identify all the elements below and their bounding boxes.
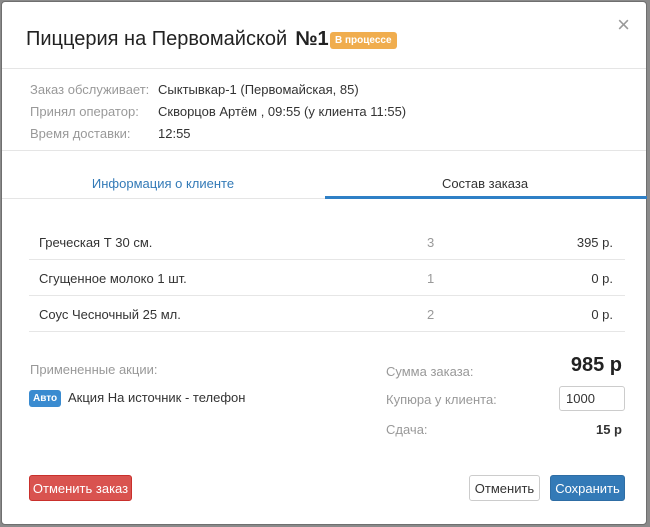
cash-input[interactable] — [559, 386, 625, 411]
info-label: Принял оператор: — [30, 104, 139, 119]
tab-order-contents[interactable]: Состав заказа — [324, 176, 646, 191]
total-label: Сумма заказа: — [386, 364, 474, 379]
order-number: №1 — [295, 28, 329, 50]
order-items-list: Греческая Т 30 см. 3 395 р. Сгущенное мо… — [29, 224, 625, 332]
status-badge: В процессе — [330, 32, 397, 49]
close-icon[interactable]: × — [617, 14, 630, 36]
info-divider — [2, 150, 646, 151]
item-qty: 1 — [427, 271, 435, 286]
item-price: 395 р. — [576, 235, 613, 250]
save-button[interactable]: Сохранить — [550, 475, 625, 501]
cancel-order-button[interactable]: Отменить заказ — [29, 475, 132, 501]
promotions-label: Примененные акции: — [30, 362, 158, 377]
info-label: Заказ обслуживает: — [30, 82, 150, 97]
item-name: Греческая Т 30 см. — [39, 235, 153, 250]
total-value: 985 р — [570, 354, 622, 376]
item-name: Сгущенное молоко 1 шт. — [39, 271, 187, 286]
item-name: Соус Чесночный 25 мл. — [39, 307, 181, 322]
auto-badge: Авто — [29, 390, 62, 407]
restaurant-name: Пиццерия на Первомайской — [26, 28, 288, 50]
active-tab-indicator — [325, 196, 647, 199]
list-item: Греческая Т 30 см. 3 395 р. — [29, 224, 625, 260]
cancel-button[interactable]: Отменить — [469, 475, 540, 501]
info-value: Сыктывкар-1 (Первомайская, 85) — [158, 82, 359, 97]
info-value: Скворцов Артём , 09:55 (у клиента 11:55) — [158, 104, 407, 119]
list-item: Сгущенное молоко 1 шт. 1 0 р. — [29, 260, 625, 296]
info-label: Время доставки: — [30, 126, 131, 141]
change-label: Сдача: — [386, 422, 428, 437]
cash-label: Купюра у клиента: — [386, 392, 497, 407]
item-price: 0 р. — [591, 307, 613, 322]
item-qty: 3 — [427, 235, 435, 250]
list-item: Соус Чесночный 25 мл. 2 0 р. — [29, 296, 625, 332]
info-value: 12:55 — [158, 126, 191, 141]
item-price: 0 р. — [591, 271, 613, 286]
tab-client-info[interactable]: Информация о клиенте — [2, 176, 324, 191]
item-qty: 2 — [427, 307, 435, 322]
modal-title: Пиццерия на Первомайской №1 — [26, 28, 329, 51]
change-value: 15 р — [595, 422, 622, 437]
header-divider — [2, 68, 646, 69]
order-modal: × Пиццерия на Первомайской №1 В процессе … — [1, 1, 647, 525]
promotion-text: Акция На источник - телефон — [68, 390, 246, 405]
